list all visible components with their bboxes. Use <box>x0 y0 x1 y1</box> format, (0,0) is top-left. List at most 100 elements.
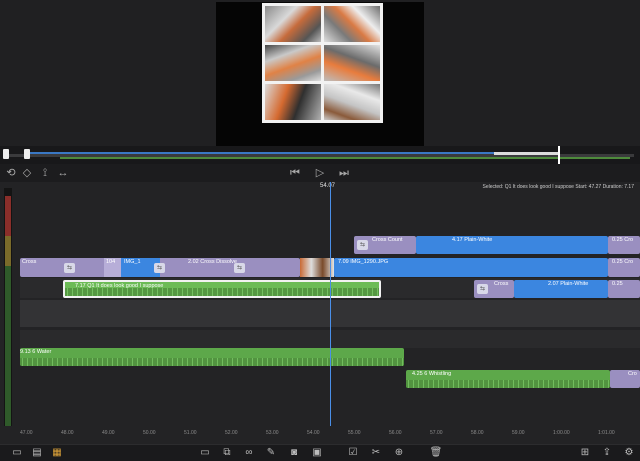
scrub-selection <box>494 152 558 155</box>
time-ruler[interactable]: 47.00 48.00 49.00 50.00 51.00 52.00 53.0… <box>0 426 640 444</box>
clip-label: 0.25 Cro <box>612 259 634 265</box>
clip-label: Cross <box>22 259 37 265</box>
ruler-tick: 52.00 <box>225 430 238 436</box>
audio-meter-low <box>5 266 11 426</box>
ruler-tick: 48.00 <box>61 430 74 436</box>
ruler-tick: 58.00 <box>471 430 484 436</box>
settings-icon[interactable]: ⚙ <box>622 446 636 460</box>
transition-icon: ⇆ <box>477 284 488 294</box>
clip-label: Cro <box>628 371 637 377</box>
app-window: ⟲ ◇ ⟟ ↔ ⏮ ▷ ⏭ 54.07 Selected: Q1 It does… <box>0 0 640 461</box>
transition-icon: ⇆ <box>154 263 165 273</box>
ruler-tick: 1:01.00 <box>598 430 615 436</box>
ruler-tick: 56.00 <box>389 430 402 436</box>
marker-icon[interactable]: ◇ <box>20 166 34 180</box>
bottom-toolbar: ▭ ▤ ▦ ▭ ⧉ ∞ ✎ ◙ ▣ ☑ ✂ ⊕ 🗑 ⊞ ⇪ ⚙ <box>0 444 640 461</box>
transport-bar: ⟲ ◇ ⟟ ↔ ⏮ ▷ ⏭ <box>0 164 640 182</box>
transition-clip[interactable]: 0.25 Cro <box>608 258 640 277</box>
play-icon[interactable]: ▷ <box>313 166 327 180</box>
transition-clip[interactable]: Cro <box>610 370 640 388</box>
waveform <box>65 288 379 296</box>
transition-icon: ⇆ <box>234 263 245 273</box>
ruler-tick: 50.00 <box>143 430 156 436</box>
fit-icon[interactable]: ↔ <box>56 166 70 180</box>
skip-forward-icon[interactable]: ⏭ <box>337 166 351 180</box>
transitions-icon[interactable]: ▤ <box>30 446 44 460</box>
clip-label: Cross <box>494 281 509 287</box>
selected-audio-clip[interactable]: 7.17 Q1 It does look good I suppose <box>63 280 381 298</box>
plain-white-clip[interactable]: 4.17 Plain-White <box>416 236 608 254</box>
scrub-start-handle[interactable] <box>3 149 9 159</box>
clip-label: 2.02 Cross Dissolve <box>188 259 237 265</box>
transition-clip[interactable]: ⇆ Cross <box>474 280 514 298</box>
image-tile <box>324 6 380 42</box>
ruler-tick: 1:00.00 <box>553 430 570 436</box>
link-icon[interactable]: ∞ <box>242 446 256 460</box>
image-tile <box>265 6 321 42</box>
layout-icon[interactable]: ⊞ <box>578 446 592 460</box>
ruler-tick: 51.00 <box>184 430 197 436</box>
audio-meter-peak <box>5 196 11 236</box>
preview-image <box>262 3 383 123</box>
audio-meter-mid <box>5 236 11 266</box>
video-clips-group[interactable]: Cross ⇆ 104 IMG_1 ⇆ 2.02 Cross Dissolve … <box>20 258 300 277</box>
pen-icon[interactable]: ✎ <box>264 446 278 460</box>
img-clip[interactable]: 7.09 IMG_1290.JPG <box>334 258 608 277</box>
ruler-tick: 59.00 <box>512 430 525 436</box>
viewer <box>0 0 640 146</box>
scissors-icon[interactable]: ✂ <box>369 446 383 460</box>
transition-icon: ⇆ <box>357 240 368 250</box>
ruler-tick: 54.00 <box>307 430 320 436</box>
transition-clip[interactable]: ⇆ Cross Count <box>354 236 416 254</box>
export-icon[interactable]: ▣ <box>310 446 324 460</box>
ruler-tick: 55.00 <box>348 430 361 436</box>
checkbox-icon[interactable]: ☑ <box>346 446 360 460</box>
clip-label: 2.07 Plain-White <box>548 281 589 287</box>
image-tile <box>324 84 380 120</box>
clip-label: Cross Count <box>372 237 403 243</box>
ruler-tick: 53.00 <box>266 430 279 436</box>
clip-label: 7.09 IMG_1290.JPG <box>338 259 389 265</box>
clip-label: 4.17 Plain-White <box>452 237 493 243</box>
playhead-time: 54.07 <box>320 183 336 189</box>
selection-info: Selected: Q1 It does look good I suppose… <box>482 184 635 190</box>
ruler-tick: 57.00 <box>430 430 443 436</box>
plain-white-clip[interactable]: 2.07 Plain-White <box>514 280 608 298</box>
clip-label: 0.25 <box>612 281 623 287</box>
ruler-tick: 49.00 <box>102 430 115 436</box>
scrub-in-handle[interactable] <box>24 149 30 159</box>
clips-icon[interactable]: ▭ <box>10 446 24 460</box>
transition-clip[interactable]: 0.25 Cro <box>608 236 640 254</box>
add-icon[interactable]: ⊕ <box>392 446 406 460</box>
scrub-cursor[interactable] <box>558 146 560 164</box>
copy-icon[interactable]: ⧉ <box>220 446 234 460</box>
clip-label: 104 <box>106 259 116 265</box>
aspect-icon[interactable]: ▭ <box>198 446 212 460</box>
clip-label: 9.13 6 Water <box>20 349 52 355</box>
playhead[interactable] <box>330 182 331 444</box>
trash-icon[interactable]: 🗑 <box>429 446 443 460</box>
overview-scrubber[interactable] <box>0 146 640 164</box>
ruler-tick: 47.00 <box>20 430 33 436</box>
transition-clip[interactable]: 0.25 <box>608 280 640 298</box>
clip-label: IMG_1 <box>124 259 141 265</box>
scrub-video-range <box>30 152 550 154</box>
scrub-audio-range <box>60 157 630 159</box>
undo-icon[interactable]: ⟲ <box>4 166 18 180</box>
transition-icon: ⇆ <box>64 263 75 273</box>
effects-icon[interactable]: ▦ <box>50 446 64 460</box>
whistling-audio-clip[interactable]: 4.25 6 Whistling <box>406 370 610 388</box>
image-tile <box>265 84 321 120</box>
skip-back-icon[interactable]: ⏮ <box>288 166 302 180</box>
clip-thumbnail <box>300 258 334 277</box>
timeline[interactable]: 54.07 Selected: Q1 It does look good I s… <box>0 182 640 444</box>
waveform <box>406 380 610 388</box>
waveform <box>20 358 404 366</box>
clip-label: 0.25 Cro <box>612 237 634 243</box>
image-tile <box>324 45 380 81</box>
split-audio-icon[interactable]: ⟟ <box>38 166 52 180</box>
camera-icon[interactable]: ◙ <box>287 446 301 460</box>
image-tile <box>265 45 321 81</box>
share-icon[interactable]: ⇪ <box>600 446 614 460</box>
water-audio-clip[interactable]: 9.13 6 Water <box>20 348 404 366</box>
